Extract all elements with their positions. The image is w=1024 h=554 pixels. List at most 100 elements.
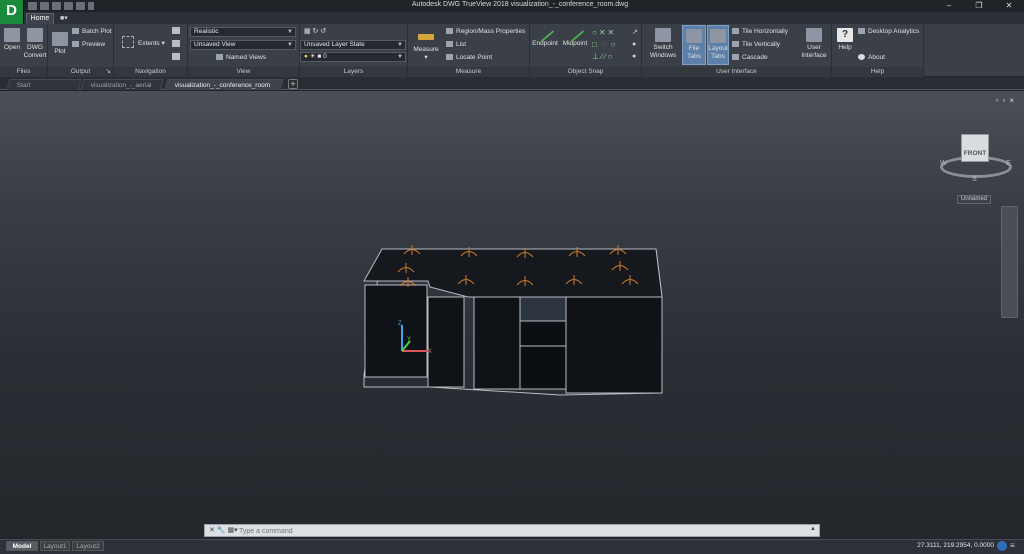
- navigation-bar-icon[interactable]: [172, 53, 180, 60]
- tile-horizontally-icon: [732, 28, 739, 35]
- osnap-mode-icons[interactable]: ○✕✕ □◾○ ⊥∕∕○: [592, 27, 632, 63]
- panel-title-user-interface: User Interface: [642, 67, 831, 77]
- endpoint-snap-button[interactable]: Endpoint: [530, 24, 560, 48]
- user-interface-label: User Interface: [801, 44, 827, 59]
- panel-files: Open DWG Convert Files: [0, 24, 48, 77]
- customization-menu-icon[interactable]: ≡: [1010, 541, 1020, 551]
- command-input[interactable]: [239, 526, 809, 536]
- midpoint-label: Midpoint: [562, 40, 588, 47]
- switch-windows-button[interactable]: Switch Windows: [646, 28, 680, 60]
- orbit-icon[interactable]: [172, 40, 180, 47]
- wall-panel-2: [473, 296, 521, 390]
- layout-tabs-toggle[interactable]: Layout Tabs: [707, 25, 729, 65]
- compass-west: W: [940, 160, 947, 167]
- extents-label: Extents: [138, 40, 160, 47]
- svg-text:Z: Z: [398, 321, 402, 327]
- saved-view-value: Unsaved View: [194, 41, 236, 48]
- cascade-button[interactable]: Cascade: [732, 53, 768, 63]
- named-views-label: Named Views: [226, 54, 266, 61]
- tab-home[interactable]: Home: [26, 13, 54, 24]
- doorway: [519, 320, 567, 390]
- doc-tab-conference-room-label: visualization_-_conference_room: [174, 82, 271, 89]
- layout-tab-layout1[interactable]: Layout1: [40, 541, 70, 551]
- list-button[interactable]: List: [446, 40, 466, 50]
- plot-button[interactable]: Plot: [50, 32, 70, 56]
- saved-view-dropdown[interactable]: Unsaved View ▼: [190, 40, 296, 50]
- window-title: Autodesk DWG TrueView 2018 visualization…: [411, 1, 629, 8]
- about-label: About: [868, 54, 885, 61]
- doc-tab-aerial[interactable]: visualization_-_aerial: [80, 79, 164, 90]
- open-icon[interactable]: [28, 2, 37, 10]
- status-bar: [0, 539, 1024, 554]
- file-tabs-toggle[interactable]: File Tabs: [682, 25, 706, 65]
- layout-tab-layout2[interactable]: Layout2: [72, 541, 104, 551]
- file-tabs-label: File Tabs: [687, 45, 701, 60]
- doc-tab-start[interactable]: Start: [6, 79, 82, 90]
- region-mass-label: Region/Mass Properties: [456, 28, 526, 35]
- preview-label: Preview: [82, 41, 106, 48]
- save-icon[interactable]: [40, 2, 49, 10]
- user-interface-icon: [806, 28, 822, 42]
- viewcube-face-front[interactable]: FRONT: [961, 134, 989, 162]
- layer-dropdown[interactable]: ● ☀ ■ 0 ▼: [300, 52, 406, 62]
- window-opening: [519, 296, 567, 322]
- output-title: Output: [70, 68, 91, 75]
- midpoint-snap-button[interactable]: Midpoint: [560, 24, 590, 48]
- ruler-icon: [418, 34, 434, 40]
- dialog-launcher-icon[interactable]: ↘: [106, 67, 111, 77]
- new-tab-button[interactable]: +: [288, 79, 298, 89]
- tile-vertically-button[interactable]: Tile Vertically: [732, 40, 780, 50]
- tile-horizontally-label: Tile Horizontally: [742, 28, 788, 35]
- redo-icon[interactable]: [76, 2, 85, 10]
- svg-text:Y: Y: [407, 337, 411, 343]
- visual-style-dropdown[interactable]: Realistic ▼: [190, 27, 296, 37]
- batch-plot-button[interactable]: Batch Plot: [72, 27, 112, 37]
- named-views-button[interactable]: Named Views: [216, 53, 266, 63]
- help-button[interactable]: ? Help: [834, 28, 856, 52]
- layout-tabs-label: Layout Tabs: [708, 45, 728, 60]
- ribbon-display-toggle-icon[interactable]: ■▾: [60, 14, 78, 22]
- extents-icon: [122, 36, 134, 48]
- folder-icon: [4, 28, 20, 42]
- compass-south: S: [972, 176, 977, 183]
- command-line[interactable]: ✕ 🔧 ▦▾ ▲: [204, 524, 820, 537]
- help-icon: ?: [837, 28, 853, 42]
- doc-tab-conference-room[interactable]: visualization_-_conference_room: [164, 79, 284, 90]
- ucs-menu[interactable]: Unnamed: [957, 195, 991, 204]
- undo-icon[interactable]: [64, 2, 73, 10]
- dwg-convert-button[interactable]: DWG Convert: [22, 28, 48, 60]
- command-history-icon[interactable]: ▲: [810, 526, 816, 532]
- region-mass-properties-button[interactable]: Region/Mass Properties: [446, 27, 525, 37]
- plotter-icon: [52, 32, 68, 46]
- panel-title-navigation: Navigation: [114, 67, 187, 77]
- panel-title-output: Output ↘: [48, 67, 113, 77]
- measure-button[interactable]: Measure ▾: [412, 30, 440, 62]
- layer-tools-icons[interactable]: ▦ ↻ ↺: [304, 27, 344, 35]
- region-mass-icon: [446, 28, 453, 35]
- infer-constraints-icon[interactable]: [997, 541, 1007, 551]
- panel-view: Realistic ▼ Unsaved View ▼ Named Views Vie…: [188, 24, 300, 77]
- layout-tab-model[interactable]: Model: [6, 541, 38, 551]
- print-icon[interactable]: [52, 2, 61, 10]
- user-interface-button[interactable]: User Interface: [798, 28, 830, 60]
- preview-icon: [72, 41, 79, 48]
- tile-horizontally-button[interactable]: Tile Horizontally: [732, 27, 788, 37]
- panel-measure: Measure ▾ Region/Mass Properties List Loc…: [408, 24, 530, 77]
- minimize-icon[interactable]: –: [934, 0, 964, 12]
- restore-icon[interactable]: ❐: [964, 0, 994, 12]
- navigation-bar[interactable]: [1001, 206, 1018, 318]
- preview-button[interactable]: Preview: [72, 40, 105, 50]
- about-button[interactable]: About: [858, 53, 885, 63]
- pan-icon[interactable]: [172, 27, 180, 34]
- open-button[interactable]: Open: [2, 28, 22, 52]
- osnap-settings-icons[interactable]: ↗ ● ●: [632, 27, 640, 63]
- measure-label: Measure: [413, 46, 439, 53]
- qat-dropdown-icon[interactable]: [88, 2, 94, 10]
- locate-point-button[interactable]: Locate Point: [446, 53, 492, 63]
- application-menu-button[interactable]: D: [0, 0, 24, 24]
- layer-state-dropdown[interactable]: Unsaved Layer State ▼: [300, 40, 406, 50]
- command-line-tools-icons[interactable]: ✕ 🔧 ▦▾: [209, 526, 238, 534]
- extents-button[interactable]: Extents ▾: [138, 39, 165, 49]
- desktop-analytics-button[interactable]: Desktop Analytics: [858, 27, 919, 37]
- close-icon[interactable]: ✕: [994, 0, 1024, 12]
